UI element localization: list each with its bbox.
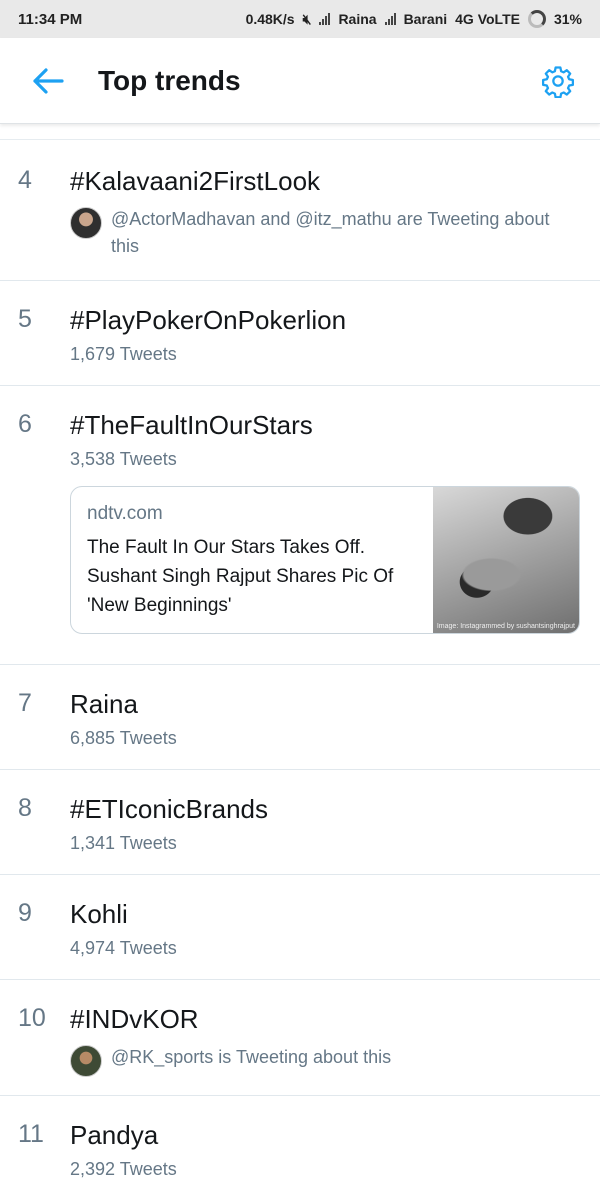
network-type: 4G VoLTE <box>455 11 520 27</box>
tweeting-text: @RK_sports is Tweeting about this <box>111 1047 392 1067</box>
trend-name: #TheFaultInOurStars <box>70 410 313 440</box>
gear-icon <box>541 65 575 98</box>
signal-icon <box>319 13 331 25</box>
battery-icon <box>527 10 546 28</box>
tweet-count: 2,392 Tweets <box>70 1159 177 1179</box>
status-time: 11:34 PM <box>18 10 83 28</box>
trend-row[interactable]: 7 Raina 6,885 Tweets <box>0 665 600 770</box>
avatar <box>70 1045 102 1077</box>
trend-name: #PlayPokerOnPokerlion <box>70 305 347 335</box>
mute-icon: 🔇︎ <box>302 10 312 27</box>
trend-row[interactable]: 6 #TheFaultInOurStars 3,538 Tweets ndtv.… <box>0 386 600 665</box>
trend-tweeting-info: @ActorMadhavan and @itz_mathu are Tweeti… <box>70 206 580 260</box>
tweet-count: 6,885 Tweets <box>70 728 177 748</box>
trend-name: #Kalavaani2FirstLook <box>70 166 321 196</box>
status-bar: 11:34 PM 0.48K/s 🔇︎ Raina Barani 4G VoLT… <box>0 0 600 38</box>
trend-name: #INDvKOR <box>70 1004 199 1034</box>
tweet-count: 3,538 Tweets <box>70 449 177 469</box>
trend-rank: 9 <box>18 899 32 927</box>
trend-rank: 6 <box>18 410 32 438</box>
trend-rank: 7 <box>18 689 32 717</box>
card-domain: ndtv.com <box>87 503 163 524</box>
trend-tweeting-info: @RK_sports is Tweeting about this <box>70 1044 580 1077</box>
trend-name: #ETIconicBrands <box>70 794 268 824</box>
arrow-left-icon <box>33 67 64 94</box>
tweet-count: 1,679 Tweets <box>70 344 177 364</box>
trend-name: Kohli <box>70 899 128 929</box>
trend-row[interactable]: 11 Pandya 2,392 Tweets <box>0 1096 600 1200</box>
trend-rank: 11 <box>18 1120 44 1148</box>
list-top-spacer <box>0 124 600 140</box>
battery-level: 31% <box>553 11 582 27</box>
trend-name: Pandya <box>70 1120 159 1150</box>
trend-rank: 4 <box>18 166 32 194</box>
tweet-count: 4,974 Tweets <box>70 938 177 958</box>
signal-icon <box>384 13 396 25</box>
trend-name: Raina <box>70 689 138 719</box>
status-indicators: 0.48K/s 🔇︎ Raina Barani 4G VoLTE 31% <box>246 10 582 28</box>
trend-row[interactable]: 10 #INDvKOR @RK_sports is Tweeting about… <box>0 980 600 1096</box>
trend-rank: 10 <box>18 1004 46 1032</box>
trend-rank: 5 <box>18 305 32 333</box>
link-card[interactable]: ndtv.com The Fault In Our Stars Takes Of… <box>70 486 580 634</box>
trends-list: 4 #Kalavaani2FirstLook @ActorMadhavan an… <box>0 140 600 1200</box>
trend-row[interactable]: 5 #PlayPokerOnPokerlion 1,679 Tweets <box>0 281 600 386</box>
thumbnail-caption: Image: Instagrammed by sushantsinghrajpu… <box>436 623 575 630</box>
carrier-1: Raina <box>338 11 377 27</box>
card-thumbnail: Image: Instagrammed by sushantsinghrajpu… <box>433 487 579 633</box>
tweeting-text: @ActorMadhavan and @itz_mathu are Tweeti… <box>111 209 550 256</box>
trend-row[interactable]: 8 #ETIconicBrands 1,341 Tweets <box>0 770 600 875</box>
trend-row[interactable]: 4 #Kalavaani2FirstLook @ActorMadhavan an… <box>0 140 600 281</box>
network-speed: 0.48K/s <box>245 11 295 27</box>
avatar <box>70 207 102 239</box>
card-headline: The Fault In Our Stars Takes Off. Sushan… <box>87 537 394 616</box>
trend-row[interactable]: 9 Kohli 4,974 Tweets <box>0 875 600 980</box>
settings-button[interactable] <box>536 59 580 103</box>
trend-rank: 8 <box>18 794 32 822</box>
tweet-count: 1,341 Tweets <box>70 833 177 853</box>
page-title: Top trends <box>98 64 241 96</box>
app-bar: Top trends <box>0 38 600 124</box>
back-button[interactable] <box>28 61 68 101</box>
carrier-2: Barani <box>403 11 448 27</box>
